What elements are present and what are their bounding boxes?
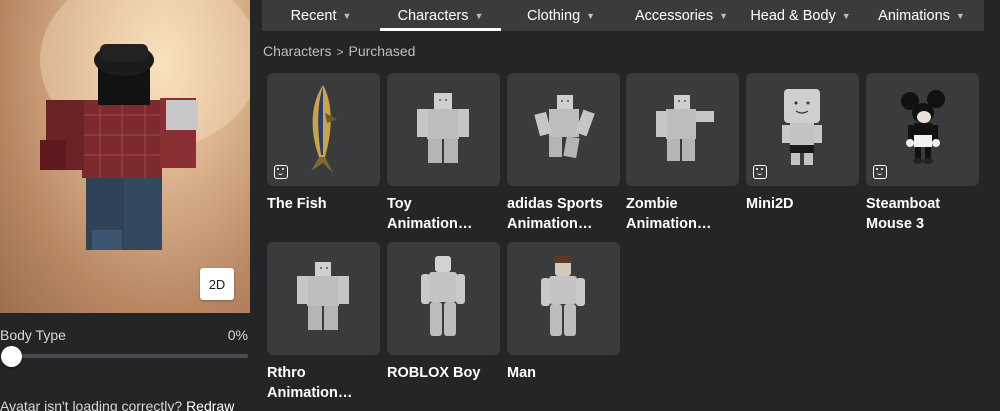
item-name-line: The Fish bbox=[267, 196, 327, 212]
item-name: The Fish bbox=[267, 194, 380, 214]
item-card[interactable]: The Fish bbox=[267, 73, 380, 214]
blocky-figure-thumbnail bbox=[267, 242, 380, 355]
body-type-slider-track[interactable] bbox=[8, 354, 248, 358]
item-name-line: Mouse 3 bbox=[866, 216, 925, 232]
item-card[interactable]: Zombie Animation… bbox=[626, 73, 739, 234]
tab-label: Animations bbox=[878, 7, 950, 24]
body-type-value: 0% bbox=[227, 327, 248, 343]
item-name-line: Rthro bbox=[267, 365, 306, 381]
item-name: Mini2D bbox=[746, 194, 859, 214]
item-name-line: Animation… bbox=[267, 385, 353, 401]
chevron-down-icon: ▼ bbox=[586, 10, 596, 21]
redraw-link[interactable]: Redraw bbox=[186, 398, 234, 411]
blocky-figure-icon bbox=[417, 93, 469, 163]
tab-accessories[interactable]: Accessories ▼ bbox=[621, 0, 742, 31]
breadcrumb-separator: > bbox=[336, 45, 344, 59]
tab-recent[interactable]: Recent ▼ bbox=[262, 0, 380, 31]
blocky-figure-icon bbox=[534, 95, 595, 159]
bundle-badge-icon bbox=[274, 165, 288, 179]
tab-clothing[interactable]: Clothing ▼ bbox=[501, 0, 621, 31]
chevron-down-icon: ▼ bbox=[719, 10, 729, 21]
item-name-line: ROBLOX Boy bbox=[387, 365, 481, 381]
bundle-badge-icon bbox=[753, 165, 767, 179]
item-name-line: Animation… bbox=[626, 216, 712, 232]
item-name-line: Animation… bbox=[387, 216, 473, 232]
item-name-line: Zombie bbox=[626, 196, 678, 212]
blocky-figure-icon bbox=[656, 95, 714, 161]
tab-characters[interactable]: Characters ▼ bbox=[380, 0, 501, 31]
item-name: Steamboat Mouse 3 bbox=[866, 194, 979, 234]
mini-figure-thumbnail bbox=[746, 73, 859, 186]
toggle-2d-button[interactable]: 2D bbox=[200, 268, 234, 300]
catalog-content: Recent ▼ Characters ▼ Clothing ▼ Accessorie… bbox=[262, 0, 1000, 411]
boy-figure-thumbnail bbox=[387, 242, 500, 355]
tab-label: Head & Body bbox=[750, 7, 836, 24]
chevron-down-icon: ▼ bbox=[841, 10, 851, 21]
item-name-line: adidas Sports bbox=[507, 196, 603, 212]
avatar-panel: 2D Body Type 0% Avatar isn't loading cor… bbox=[0, 0, 250, 411]
man-figure-icon bbox=[541, 256, 585, 336]
blocky-figure-thumbnail bbox=[387, 73, 500, 186]
tab-label: Characters bbox=[397, 7, 469, 24]
tab-label: Clothing bbox=[526, 7, 581, 24]
blocky-figure-thumbnail bbox=[626, 73, 739, 186]
boy-figure-icon bbox=[421, 256, 465, 336]
blocky-figure-icon bbox=[297, 262, 349, 330]
fish-thumbnail bbox=[267, 73, 380, 186]
blocky-figure-thumbnail bbox=[507, 73, 620, 186]
breadcrumb-root[interactable]: Characters bbox=[263, 43, 331, 59]
item-card[interactable]: Steamboat Mouse 3 bbox=[866, 73, 979, 234]
item-name-line: Man bbox=[507, 365, 536, 381]
item-card[interactable]: Toy Animation… bbox=[387, 73, 500, 234]
man-figure-thumbnail bbox=[507, 242, 620, 355]
item-card[interactable]: Mini2D bbox=[746, 73, 859, 214]
item-name: Toy Animation… bbox=[387, 194, 500, 234]
avatar-error-text: Avatar isn't loading correctly? bbox=[0, 398, 183, 411]
category-tabs: Recent ▼ Characters ▼ Clothing ▼ Accessorie… bbox=[262, 0, 984, 31]
avatar-preview[interactable]: 2D bbox=[0, 0, 250, 313]
item-card[interactable]: adidas Sports Animation… bbox=[507, 73, 620, 234]
item-name: Rthro Animation… bbox=[267, 363, 380, 403]
item-name-line: Steamboat bbox=[866, 196, 941, 212]
mouse-thumbnail bbox=[866, 73, 979, 186]
tab-label: Recent bbox=[290, 7, 337, 24]
item-name: Man bbox=[507, 363, 620, 383]
tab-label: Accessories bbox=[634, 7, 714, 24]
chevron-down-icon: ▼ bbox=[955, 10, 965, 21]
chevron-down-icon: ▼ bbox=[342, 10, 352, 21]
avatar-editor: 2D Body Type 0% Avatar isn't loading cor… bbox=[0, 0, 1000, 411]
item-name-line: Toy bbox=[387, 196, 412, 212]
item-card[interactable]: Rthro Animation… bbox=[267, 242, 380, 403]
avatar-figure-icon bbox=[40, 0, 250, 250]
avatar-error-message: Avatar isn't loading correctly? Redraw bbox=[0, 398, 234, 411]
item-name: adidas Sports Animation… bbox=[507, 194, 620, 234]
breadcrumb-current: Purchased bbox=[348, 43, 416, 59]
body-type-label: Body Type bbox=[0, 327, 66, 343]
item-name-line: Mini2D bbox=[746, 196, 794, 212]
tab-head-body[interactable]: Head & Body ▼ bbox=[742, 0, 859, 31]
bundle-badge-icon bbox=[873, 165, 887, 179]
chevron-down-icon: ▼ bbox=[474, 10, 484, 21]
item-name: Zombie Animation… bbox=[626, 194, 739, 234]
item-name: ROBLOX Boy bbox=[387, 363, 500, 383]
tab-animations[interactable]: Animations ▼ bbox=[859, 0, 984, 31]
body-type-slider-thumb[interactable] bbox=[1, 346, 22, 367]
item-name-line: Animation… bbox=[507, 216, 593, 232]
item-card[interactable]: Man bbox=[507, 242, 620, 383]
breadcrumb: Characters > Purchased bbox=[263, 43, 415, 59]
item-card[interactable]: ROBLOX Boy bbox=[387, 242, 500, 383]
